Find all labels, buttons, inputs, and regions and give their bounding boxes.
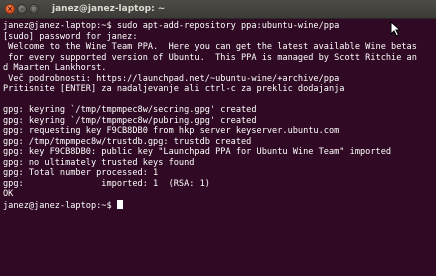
window-title: janez@janez-laptop: ~ [52,4,166,14]
terminal-line: janez@janez-laptop:~$ sudo apt-add-repos… [3,21,340,31]
terminal-window: × – □ janez@janez-laptop: ~ janez@janez-… [0,0,436,276]
minimize-button[interactable]: – [17,4,27,14]
terminal-line: gpg: imported: 1 (RSA: 1) [3,178,210,189]
text-cursor [116,199,123,209]
mouse-pointer-icon [390,21,402,37]
maximize-icon: □ [30,5,38,13]
title-bar[interactable]: × – □ janez@janez-laptop: ~ [0,0,436,19]
terminal-line: gpg: key F9CB8DB0: public key "Launchpad… [3,147,392,157]
terminal-line: Welcome to the Wine Team PPA. Here you c… [3,42,417,52]
terminal-line: gpg: /tmp/tmpmpec8w/trustdb.gpg: trustdb… [3,136,252,147]
close-icon: × [7,5,13,13]
maximize-button[interactable]: □ [29,4,39,14]
terminal-line: OK [3,189,14,199]
terminal-line: for every supported version of Ubuntu. T… [3,52,417,63]
terminal-prompt-line: janez@janez-laptop:~$ [3,199,435,211]
terminal-line: gpg: no ultimately trusted keys found [3,157,195,168]
terminal-line: gpg: keyring `/tmp/tmpmpec8w/secring.gpg… [3,105,257,115]
terminal-line: gpg: requesting key F9CB8DB0 from hkp se… [3,126,340,136]
terminal-line: Več podrobnosti: https://launchpad.net/~… [3,73,340,84]
terminal-line: [sudo] password for janez: [3,31,138,42]
terminal-line: gpg: Total number processed: 1 [3,168,159,178]
minimize-icon: – [20,5,24,13]
terminal-line: gpg: keyring `/tmp/tmpmpec8w/pubring.gpg… [3,115,257,126]
terminal-line: Pritisnite [ENTER] za nadaljevanje ali c… [3,84,345,94]
terminal-prompt: janez@janez-laptop:~$ [3,200,117,211]
terminal-line: d Maarten Lankhorst. [3,63,107,73]
terminal-output[interactable]: janez@janez-laptop:~$ sudo apt-add-repos… [3,21,435,275]
close-button[interactable]: × [5,4,15,14]
